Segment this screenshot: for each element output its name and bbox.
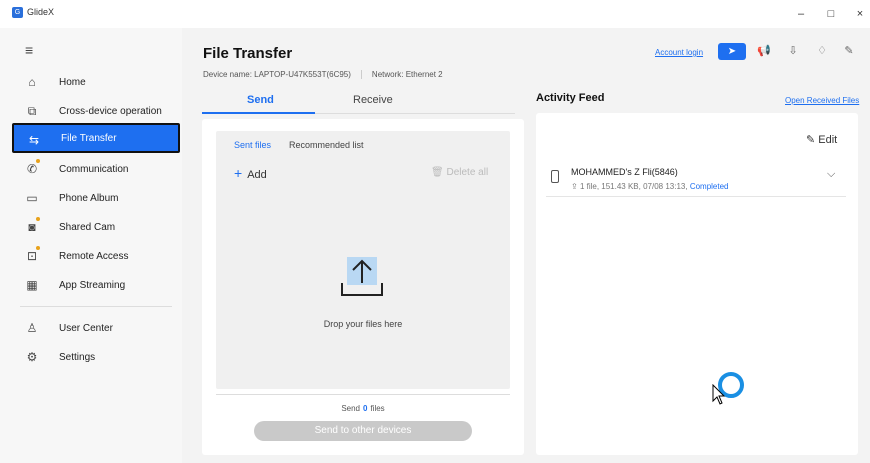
network-label: Network: Ethernet 2: [371, 70, 443, 79]
announcement-icon[interactable]: 📢: [756, 43, 772, 59]
tab-receive[interactable]: Receive: [353, 94, 393, 106]
send-panel: Sent files Recommended list + Add 🗑 Delet…: [202, 119, 524, 455]
upload-small-icon: ⇪: [571, 182, 580, 191]
main-content: File Transfer Device name: LAPTOP-U47K55…: [182, 28, 870, 463]
trash-icon: 🗑: [431, 167, 447, 178]
activity-feed-title: Activity Feed: [536, 92, 605, 104]
send-count: Send 0 files: [202, 404, 524, 413]
account-login-link[interactable]: Account login: [655, 48, 703, 57]
album-icon: ▭: [26, 191, 38, 205]
app-grid-icon: ▦: [26, 278, 38, 292]
sidebar-item-shared-cam[interactable]: ◙ Shared Cam: [12, 212, 180, 242]
tab-send[interactable]: Send: [247, 94, 274, 106]
cross-device-icon: ⧉: [27, 104, 37, 118]
notification-dot: [36, 246, 40, 250]
add-label: Add: [247, 169, 267, 181]
download-icon[interactable]: ⇩: [785, 43, 801, 59]
file-transfer-icon: ⇆: [28, 133, 40, 147]
sidebar-item-label: Phone Album: [59, 193, 119, 204]
mouse-pointer-icon: [712, 384, 726, 405]
tab-recommended-list[interactable]: Recommended list: [289, 140, 364, 150]
sidebar-item-label: Settings: [59, 352, 96, 363]
sidebar-divider: [20, 306, 172, 307]
app-logo-icon: G: [12, 7, 23, 18]
edit-button[interactable]: ✎ Edit: [806, 133, 837, 146]
divider: [360, 70, 362, 80]
sidebar-item-home[interactable]: ⌂ Home: [12, 67, 180, 97]
sidebar-item-label: Communication: [59, 164, 129, 175]
phone-device-icon: [551, 170, 559, 183]
send-count-prefix: Send: [341, 404, 360, 413]
sidebar-item-label: App Streaming: [59, 280, 126, 291]
divider: [216, 394, 510, 395]
sidebar-item-phone-album[interactable]: ▭ Phone Album: [12, 183, 180, 213]
activity-detail: ⇪ 1 file, 151.43 KB, 07/08 13:13, Comple…: [571, 182, 729, 191]
sidebar-item-label: Cross-device operation: [59, 106, 162, 117]
sidebar-item-label: Remote Access: [59, 251, 129, 262]
send-to-other-devices-button[interactable]: Send to other devices: [254, 421, 472, 441]
tab-divider: [315, 113, 515, 114]
camera-icon: ◙: [28, 220, 36, 234]
maximize-button[interactable]: □: [823, 6, 839, 22]
notification-dot: [36, 217, 40, 221]
cast-icon: ➤: [727, 46, 737, 57]
feedback-icon[interactable]: ✎: [841, 43, 857, 59]
send-count-suffix: files: [370, 404, 385, 413]
sidebar-item-app-streaming[interactable]: ▦ App Streaming: [12, 270, 180, 300]
bell-icon[interactable]: ♢: [814, 43, 830, 59]
sidebar-item-label: User Center: [59, 323, 113, 334]
remote-access-icon: ⊡: [26, 249, 38, 263]
phone-call-icon: ✆: [26, 162, 38, 176]
sidebar-item-remote-access[interactable]: ⊡ Remote Access: [12, 241, 180, 271]
active-tab-indicator: [202, 112, 315, 114]
page-title: File Transfer: [203, 45, 293, 62]
user-icon: ♙: [26, 321, 38, 335]
sidebar-item-communication[interactable]: ✆ Communication: [12, 154, 180, 184]
send-count-number: 0: [363, 404, 368, 413]
title-bar: G GlideX – □ ×: [0, 0, 870, 28]
home-icon: ⌂: [28, 75, 36, 89]
open-received-files-link[interactable]: Open Received Files: [785, 96, 859, 105]
sidebar-item-cross-device[interactable]: ⧉ Cross-device operation: [12, 96, 180, 126]
chevron-down-icon[interactable]: ⌵: [827, 168, 835, 181]
tab-sent-files[interactable]: Sent files: [234, 140, 271, 150]
sidebar-item-label: Home: [59, 77, 86, 88]
delete-all-label: Delete all: [446, 167, 489, 178]
sidebar-item-settings[interactable]: ⚙ Settings: [12, 342, 180, 372]
activity-device-name: MOHAMMED's Z Fli(5846): [571, 167, 678, 177]
sidebar-item-label: File Transfer: [61, 133, 117, 144]
upload-icon[interactable]: [339, 257, 385, 299]
delete-all-button[interactable]: 🗑 Delete all: [431, 167, 488, 178]
pencil-icon: ✎: [806, 134, 819, 146]
activity-item[interactable]: MOHAMMED's Z Fli(5846) ⇪ 1 file, 151.43 …: [546, 161, 846, 197]
drop-zone[interactable]: Sent files Recommended list + Add 🗑 Delet…: [216, 131, 510, 389]
sidebar-item-label: Shared Cam: [59, 222, 116, 233]
activity-status: Completed: [689, 182, 729, 191]
device-meta: Device name: LAPTOP-U47K553T(6C95) Networ…: [203, 70, 443, 80]
activity-panel: ✎ Edit MOHAMMED's Z Fli(5846) ⇪ 1 file, …: [536, 113, 858, 455]
notification-dot: [36, 159, 40, 163]
sidebar: ≡ ⌂ Home ⧉ Cross-device operation ⇆ File…: [0, 28, 182, 463]
close-button[interactable]: ×: [852, 6, 868, 22]
cast-button[interactable]: ➤: [718, 43, 746, 60]
minimize-button[interactable]: –: [793, 6, 809, 22]
add-button[interactable]: + Add: [234, 165, 267, 181]
menu-icon[interactable]: ≡: [25, 42, 33, 58]
device-name: Device name: LAPTOP-U47K553T(6C95): [203, 70, 351, 79]
plus-icon: +: [234, 165, 243, 181]
gear-icon: ⚙: [26, 350, 38, 364]
sidebar-item-file-transfer[interactable]: ⇆ File Transfer: [12, 123, 180, 153]
activity-detail-text: 1 file, 151.43 KB, 07/08 13:13,: [579, 182, 688, 191]
sidebar-item-user-center[interactable]: ♙ User Center: [12, 313, 180, 343]
app-name: GlideX: [27, 7, 55, 17]
drop-files-text: Drop your files here: [323, 319, 403, 329]
edit-label: Edit: [818, 134, 838, 146]
